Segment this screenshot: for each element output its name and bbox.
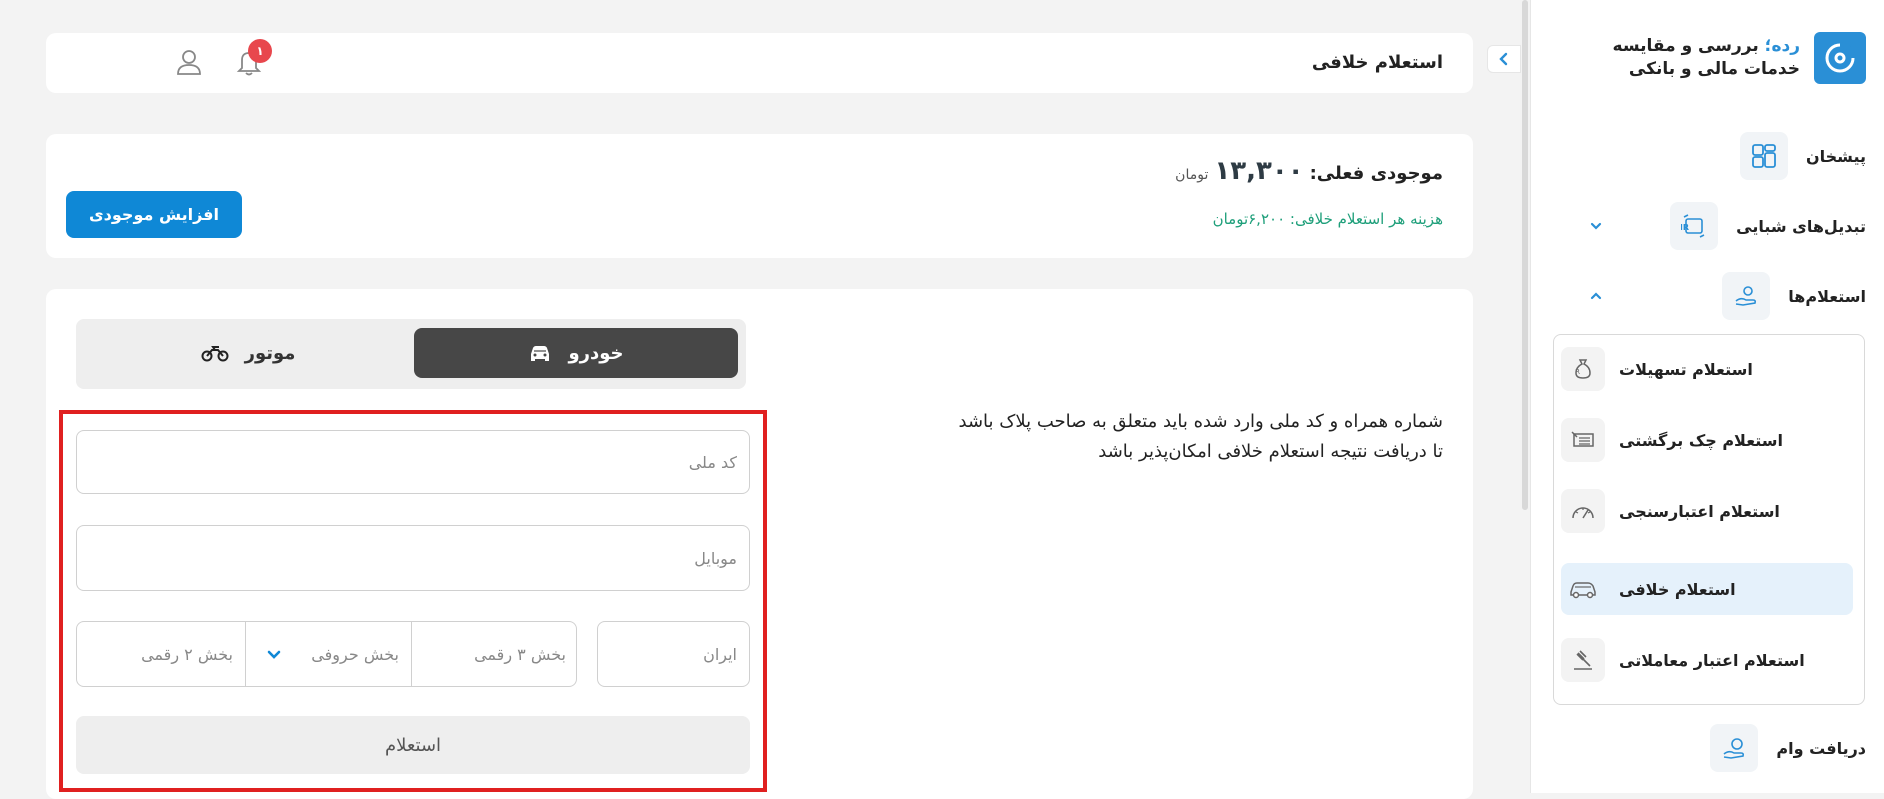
submenu-item-facilities[interactable]: R استعلام تسهیلات bbox=[1561, 343, 1853, 395]
submenu-item-bounced-cheque[interactable]: استعلام چک برگشتی bbox=[1561, 414, 1853, 466]
money-bag-icon: R bbox=[1561, 347, 1605, 391]
balance-amount: ۱۳,۳۰۰ bbox=[1214, 156, 1304, 186]
inquiry-cost: هزینه هر استعلام خلافی: ۶,۲۰۰تومان bbox=[1212, 210, 1443, 228]
inquiries-submenu: R استعلام تسهیلات استعلام چک برگشتی استع… bbox=[1553, 334, 1865, 705]
motorcycle-icon bbox=[201, 346, 229, 362]
submenu-item-label: استعلام اعتبار معاملاتی bbox=[1619, 650, 1805, 670]
notice-line-2: تا دریافت نتیجه استعلام خلافی امکان‌پذیر… bbox=[1098, 441, 1443, 462]
page-title: استعلام خلافی bbox=[1311, 52, 1443, 73]
sidebar-item-label: دریافت وام bbox=[1776, 738, 1866, 758]
sidebar-item-inquiries[interactable]: استعلام‌ها bbox=[1722, 270, 1866, 322]
loan-icon bbox=[1710, 724, 1759, 772]
submenu-item-label: استعلام چک برگشتی bbox=[1619, 430, 1783, 450]
brand-text: رده؛ بررسی و مقایسه خدمات مالی و بانکی bbox=[1613, 35, 1800, 81]
sidebar-item-label: استعلام‌ها bbox=[1788, 286, 1866, 306]
sidebar-item-label: پیشخان bbox=[1805, 146, 1866, 166]
brand-line2: خدمات مالی و بانکی bbox=[1628, 59, 1800, 79]
national-code-input[interactable]: کد ملی bbox=[76, 430, 750, 494]
tab-label: موتور bbox=[244, 342, 296, 364]
disc-logo-icon bbox=[1814, 32, 1866, 84]
submenu-item-violation[interactable]: استعلام خلافی bbox=[1561, 563, 1853, 615]
sidebar-item-label: تبدیل‌های شبایی bbox=[1736, 216, 1866, 236]
gauge-icon bbox=[1561, 489, 1605, 533]
notice-line-1: شماره همراه و کد ملی وارد شده باید متعلق… bbox=[958, 411, 1444, 432]
chevron-down-icon[interactable] bbox=[1589, 219, 1603, 233]
tab-motor[interactable]: موتور bbox=[86, 328, 410, 378]
vehicle-tabs: موتور خودرو bbox=[76, 319, 746, 389]
sidebar-collapse-button[interactable] bbox=[1487, 45, 1521, 73]
topup-button[interactable]: افزایش موجودی bbox=[66, 191, 242, 238]
sidebar-item-iban[interactable]: IR تبدیل‌های شبایی bbox=[1670, 200, 1866, 252]
brand[interactable]: رده؛ بررسی و مقایسه خدمات مالی و بانکی bbox=[1613, 32, 1866, 84]
plate-letter-select[interactable]: بخش حروفی bbox=[245, 622, 411, 686]
submenu-item-label: استعلام خلافی bbox=[1619, 579, 1736, 599]
iban-convert-icon: IR bbox=[1670, 202, 1719, 250]
chevron-up-icon[interactable] bbox=[1589, 289, 1603, 303]
tab-label: خودرو bbox=[568, 342, 624, 364]
balance-unit: تومان bbox=[1175, 167, 1209, 183]
dashboard-icon bbox=[1739, 132, 1788, 180]
car-icon bbox=[531, 346, 550, 361]
plate-3digit-input[interactable]: بخش ۳ رقمی bbox=[411, 622, 578, 686]
user-icon[interactable] bbox=[174, 47, 204, 77]
tab-car[interactable]: خودرو bbox=[414, 328, 738, 378]
notification-badge: ۱ bbox=[248, 39, 272, 63]
balance-label: موجودی فعلی: bbox=[1309, 163, 1443, 184]
page-header: استعلام خلافی ۱ bbox=[46, 33, 1473, 93]
hand-coin-icon bbox=[1722, 272, 1771, 320]
sidebar-item-loan[interactable]: دریافت وام bbox=[1710, 722, 1866, 774]
cheque-icon bbox=[1561, 418, 1605, 462]
sidebar-item-dashboard[interactable]: پیشخان bbox=[1739, 130, 1866, 182]
plate-input-group: بخش ۲ رقمی بخش حروفی بخش ۳ رقمی bbox=[76, 621, 577, 687]
mobile-input[interactable]: موبایل bbox=[76, 525, 750, 591]
chevron-left-icon bbox=[1499, 52, 1508, 66]
submenu-item-label: استعلام تسهیلات bbox=[1619, 359, 1753, 379]
submenu-item-credit-score[interactable]: استعلام اعتبارسنجی bbox=[1561, 485, 1853, 537]
brand-accent: رده؛ bbox=[1764, 36, 1800, 56]
inquiry-submit-button[interactable]: استعلام bbox=[76, 716, 750, 774]
submenu-item-trade-credit[interactable]: استعلام اعتبار معاملاتی bbox=[1561, 634, 1853, 686]
svg-text:IR: IR bbox=[1681, 223, 1689, 232]
svg-text:R: R bbox=[1575, 368, 1580, 376]
submenu-item-label: استعلام اعتبارسنجی bbox=[1619, 501, 1780, 521]
plate-iran-input[interactable]: ایران bbox=[597, 621, 750, 687]
plate-2digit-input[interactable]: بخش ۲ رقمی bbox=[77, 622, 245, 686]
car-icon bbox=[1561, 567, 1605, 611]
balance-line: موجودی فعلی: ۱۳,۳۰۰ تومان bbox=[1175, 156, 1443, 186]
plate-letter-label: بخش حروفی bbox=[311, 644, 399, 664]
scrollbar[interactable] bbox=[1522, 0, 1528, 510]
owner-notice: شماره همراه و کد ملی وارد شده باید متعلق… bbox=[883, 407, 1444, 467]
brand-line1: بررسی و مقایسه bbox=[1612, 36, 1759, 56]
chevron-down-icon bbox=[267, 650, 281, 659]
gavel-icon bbox=[1561, 638, 1605, 682]
balance-card: موجودی فعلی: ۱۳,۳۰۰ تومان هزینه هر استعل… bbox=[46, 134, 1473, 258]
